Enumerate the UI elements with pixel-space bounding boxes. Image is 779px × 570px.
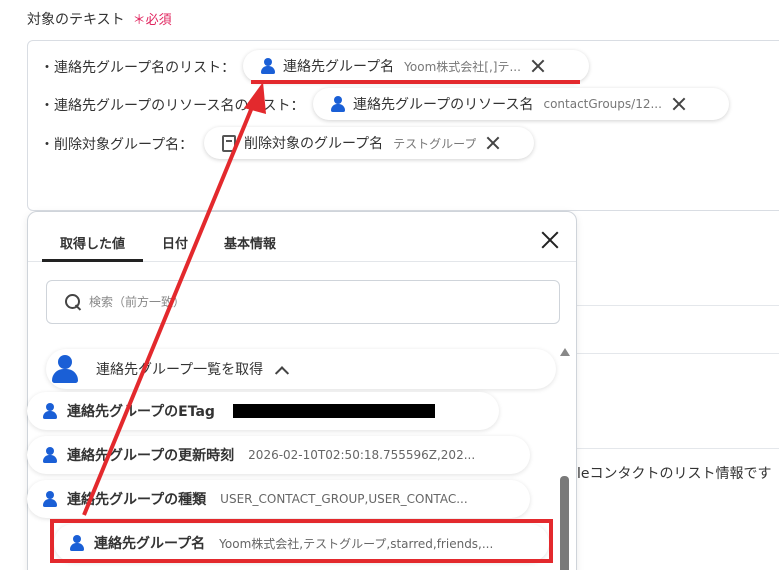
close-icon[interactable]	[541, 231, 559, 249]
active-tab-indicator	[42, 259, 143, 262]
chip-value: Yoom株式会社[,]テ...	[404, 59, 521, 74]
scroll-up-arrow[interactable]	[560, 348, 570, 356]
line-prefix-2: ・連絡先グループのリソース名のリスト：	[40, 98, 305, 114]
variable-chip-group-name[interactable]: 連絡先グループ名 Yoom株式会社[,]テ...	[243, 50, 589, 82]
line-prefix-3: ・削除対象グループ名：	[40, 137, 194, 153]
chip-name: 削除対象のグループ名	[244, 136, 384, 152]
search-field[interactable]	[46, 280, 560, 324]
item-value: USER_CONTACT_GROUP,USER_CONTAC...	[220, 492, 468, 506]
group-header[interactable]: 連絡先グループ一覧を取得	[46, 349, 556, 389]
chip-value: contactGroups/12...	[543, 97, 662, 111]
person-icon	[331, 96, 345, 112]
chevron-up-icon[interactable]	[275, 366, 290, 381]
item-name: 連絡先グループの更新時刻	[67, 448, 235, 464]
list-item-etag[interactable]: 連絡先グループのETag	[27, 392, 499, 430]
remove-chip-icon[interactable]	[672, 97, 686, 111]
remove-chip-icon[interactable]	[531, 59, 545, 73]
person-icon	[52, 355, 78, 383]
person-icon	[43, 491, 57, 507]
field-label-row: 対象のテキスト ＊必須	[27, 9, 172, 29]
list-item-group-type[interactable]: 連絡先グループの種類 USER_CONTACT_GROUP,USER_CONTA…	[27, 480, 530, 518]
search-icon	[65, 294, 81, 310]
item-name: 連絡先グループの種類	[67, 492, 207, 508]
chip-name: 連絡先グループのリソース名	[353, 97, 534, 113]
remove-chip-icon[interactable]	[486, 136, 500, 150]
background-description: leコンタクトのリスト情報です	[577, 466, 772, 482]
person-icon	[43, 403, 57, 419]
field-label: 対象のテキスト	[27, 12, 125, 28]
variable-chip-resource-name[interactable]: 連絡先グループのリソース名 contactGroups/12...	[313, 88, 729, 120]
item-value: 2026-02-10T02:50:18.755596Z,202...	[248, 448, 476, 462]
tab-basic-info[interactable]: 基本情報	[224, 233, 276, 252]
redacted-value	[232, 404, 435, 418]
document-icon	[222, 134, 236, 152]
scrollbar-thumb[interactable]	[560, 476, 569, 570]
highlight-box	[50, 519, 553, 563]
required-badge: ＊必須	[132, 13, 172, 28]
scrollbar[interactable]	[560, 348, 570, 570]
highlight-underline	[251, 80, 580, 84]
person-icon	[261, 58, 275, 74]
list-item-updated-time[interactable]: 連絡先グループの更新時刻 2026-02-10T02:50:18.755596Z…	[27, 436, 530, 474]
tab-retrieved-values[interactable]: 取得した値	[60, 233, 125, 252]
chip-name: 連絡先グループ名	[283, 59, 395, 75]
person-icon	[43, 447, 57, 463]
chip-value: テストグループ	[393, 136, 477, 151]
search-input[interactable]	[89, 295, 489, 309]
tab-date[interactable]: 日付	[162, 233, 188, 252]
line-prefix-1: ・連絡先グループ名のリスト：	[40, 60, 236, 76]
group-title: 連絡先グループ一覧を取得	[96, 362, 264, 378]
item-name: 連絡先グループのETag	[67, 404, 215, 420]
tab-bar: 取得した値 日付 基本情報	[28, 212, 576, 262]
variable-chip-delete-group[interactable]: 削除対象のグループ名 テストグループ	[204, 127, 534, 159]
